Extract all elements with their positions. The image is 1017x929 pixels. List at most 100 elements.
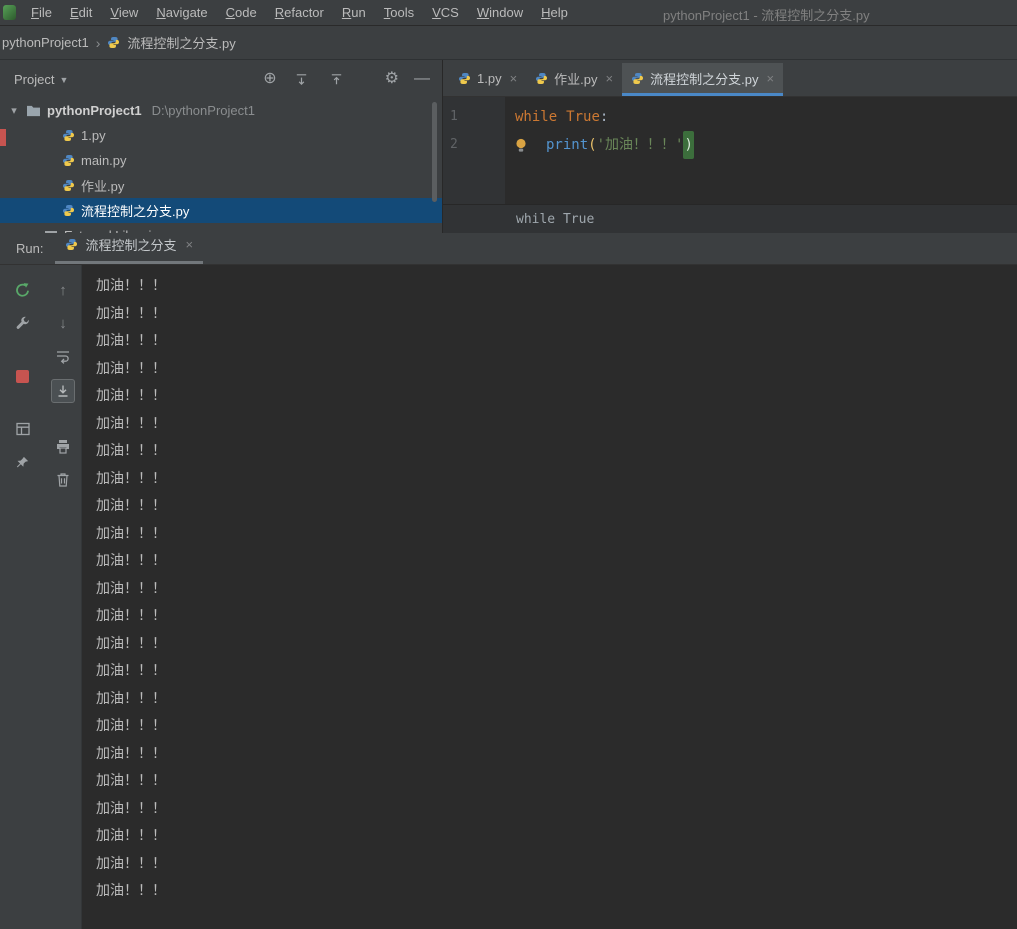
collapse-all-icon[interactable]	[327, 69, 347, 89]
tree-item-project-root[interactable]: ▾ pythonProject1 D:\pythonProject1	[0, 98, 442, 123]
menu-item[interactable]: Help	[532, 1, 577, 24]
code-editor[interactable]: 1 2 while True: print('加油！！！')	[443, 97, 1017, 204]
editor-tab-bar: 1.py × 作业.py × 流程控制之分支.py ×	[443, 60, 1017, 97]
run-toolbar-left	[0, 265, 45, 929]
python-file-icon	[458, 72, 471, 84]
pycharm-window: { "icons": { "caret_down": "▼", "chevron…	[0, 0, 1017, 929]
menu-item[interactable]: Window	[468, 1, 532, 24]
menu-items: File Edit View Navigate Code Refactor Run Tools…	[22, 1, 577, 24]
run-tab[interactable]: 流程控制之分支 ×	[55, 234, 204, 264]
console-output-line: 加油！！！	[96, 663, 166, 679]
close-tab-icon[interactable]: ×	[510, 71, 518, 86]
hide-panel-icon[interactable]: —	[414, 71, 430, 87]
caret-down-icon: ▼	[59, 75, 69, 85]
close-tab-icon[interactable]: ×	[185, 237, 193, 252]
scroll-down-icon[interactable]: ↓	[53, 313, 73, 333]
rerun-button[interactable]	[13, 280, 33, 300]
menu-item[interactable]: Refactor	[266, 1, 333, 24]
console-output-line: 加油！！！	[96, 635, 166, 652]
console-output-line: 加油！！！	[96, 470, 166, 487]
breadcrumb-project[interactable]: pythonProject1	[2, 35, 89, 50]
chevron-down-icon[interactable]: ▾	[8, 104, 20, 117]
file-name: 流程控制之分支.py	[81, 204, 190, 219]
python-file-icon	[62, 154, 75, 167]
console-output-line: 加油！！！	[96, 800, 166, 817]
sticky-context-line: while True	[443, 204, 1017, 233]
tab-label: 作业.py	[554, 71, 598, 87]
console-output-line: 加油！！！	[96, 553, 166, 569]
menu-item[interactable]: File	[22, 1, 61, 24]
menu-item[interactable]: Navigate	[147, 1, 216, 24]
scroll-up-icon[interactable]: ↑	[53, 280, 73, 300]
run-console-toolbar: ↑ ↓	[45, 265, 82, 929]
run-panel-title: Run:	[16, 241, 44, 256]
breadcrumb-file[interactable]: 流程控制之分支.py	[127, 33, 235, 52]
close-tab-icon[interactable]: ×	[606, 71, 614, 86]
pin-tab-icon[interactable]	[13, 452, 33, 472]
editor-tab[interactable]: 1.py ×	[449, 63, 526, 96]
stop-button[interactable]	[13, 366, 33, 386]
python-file-icon	[62, 129, 75, 142]
tree-item-file[interactable]: 1.py	[0, 123, 442, 148]
code-line-2: print('加油！！！')	[505, 131, 1017, 159]
restore-layout-icon[interactable]	[13, 419, 33, 439]
menu-item[interactable]: View	[101, 1, 147, 24]
menu-item[interactable]: VCS	[423, 1, 468, 24]
console-output-line: 加油！！！	[96, 828, 166, 844]
console-output-line: 加油！！！	[96, 883, 166, 899]
settings-gear-icon[interactable]: ⚙	[385, 71, 399, 87]
console-output-line: 加油！！！	[96, 443, 166, 459]
window-title: pythonProject1 - 流程控制之分支.py	[663, 8, 870, 23]
console-output-line: 加油！！！	[96, 690, 166, 707]
python-file-icon	[108, 36, 120, 49]
console-output-line: 加油！！！	[96, 305, 166, 322]
console-output-line: 加油！！！	[96, 415, 166, 432]
project-root-name: pythonProject1	[47, 103, 142, 118]
tree-item-file[interactable]: main.py	[0, 148, 442, 173]
string-literal: '加油！！！'	[596, 137, 684, 153]
file-name: 1.py	[81, 128, 106, 143]
breadcrumb: pythonProject1 › 流程控制之分支.py	[0, 26, 1017, 60]
menu-item[interactable]: Edit	[61, 1, 101, 24]
console-output-line: 加油！！！	[96, 745, 166, 762]
line-number: 1	[450, 109, 458, 124]
menu-bar: File Edit View Navigate Code Refactor Run Tools…	[0, 0, 1017, 26]
project-scrollbar[interactable]	[432, 102, 437, 202]
scroll-to-end-icon[interactable]	[51, 379, 75, 403]
tab-label: 1.py	[477, 70, 502, 86]
run-console-output[interactable]: 加油！！！ 加油！！！ 加油！！！ 加油！！！ 加油！！！ 加油！！！ 加油！！！ 加油！！！…	[82, 265, 1017, 929]
keyword: True	[566, 109, 600, 125]
console-output-line: 加油！！！	[96, 608, 166, 624]
project-view-selector[interactable]: Project	[14, 72, 54, 87]
clear-console-trash-icon[interactable]	[53, 469, 73, 489]
expand-all-icon[interactable]	[292, 69, 312, 89]
console-output-line: 加油！！！	[96, 360, 166, 377]
print-console-icon[interactable]	[53, 436, 73, 456]
editor-area: 1.py × 作业.py × 流程控制之分支.py × 1 2 while Tru…	[443, 60, 1017, 233]
paren-open: (	[588, 137, 597, 153]
menu-item[interactable]: Code	[217, 1, 266, 24]
code-lines: while True: print('加油！！！')	[505, 97, 1017, 204]
menu-item[interactable]: Tools	[375, 1, 423, 24]
soft-wrap-icon[interactable]	[53, 346, 73, 366]
intention-bulb-icon[interactable]	[515, 138, 527, 153]
project-root-path: D:\pythonProject1	[151, 103, 255, 118]
punctuation: :	[599, 109, 609, 125]
python-file-icon	[66, 238, 78, 251]
editor-tab-active[interactable]: 流程控制之分支.py ×	[622, 63, 784, 96]
close-tab-icon[interactable]: ×	[766, 71, 774, 86]
menu-item[interactable]: Run	[333, 1, 375, 24]
console-output-line: 加油！！！	[96, 580, 166, 597]
python-file-icon	[632, 72, 644, 84]
edit-configuration-wrench-icon[interactable]	[13, 313, 33, 333]
folder-icon	[27, 105, 40, 117]
chevron-right-icon: ›	[95, 34, 101, 51]
console-output-line: 加油！！！	[96, 498, 166, 514]
locate-file-icon[interactable]: ⊕	[263, 71, 276, 87]
run-panel-body: ↑ ↓ 加油！！！ 加油！！！ 加油！！！ 加油！！！ 加油！！！ 加油！！！ 加油！！！加…	[0, 265, 1017, 929]
app-logo-icon	[3, 5, 16, 20]
line-number: 2	[450, 137, 458, 152]
tree-item-file[interactable]: 作业.py	[0, 173, 442, 198]
editor-tab[interactable]: 作业.py ×	[526, 63, 622, 96]
tree-item-file-selected[interactable]: 流程控制之分支.py	[0, 198, 442, 223]
